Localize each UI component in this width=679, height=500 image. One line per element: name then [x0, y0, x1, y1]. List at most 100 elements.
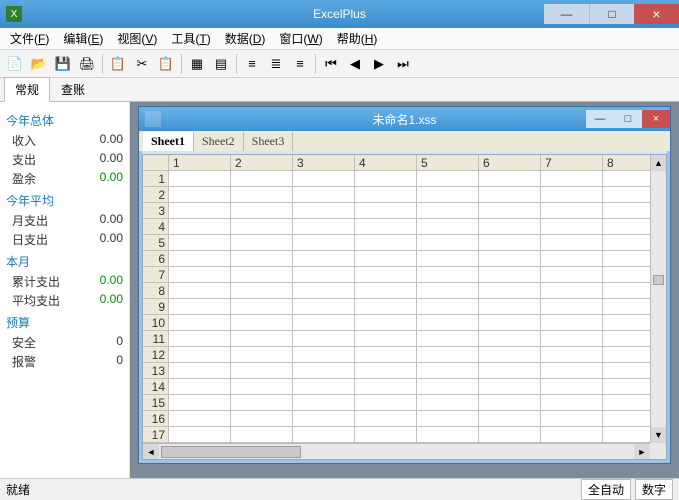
grid-corner[interactable]: [143, 155, 169, 171]
horizontal-scrollbar[interactable]: ◄ ►: [143, 443, 650, 459]
cell[interactable]: [355, 347, 417, 363]
menu-d[interactable]: 数据(D): [219, 28, 272, 49]
cell[interactable]: [293, 331, 355, 347]
menu-e[interactable]: 编辑(E): [57, 28, 109, 49]
cell[interactable]: [479, 299, 541, 315]
cell[interactable]: [541, 171, 603, 187]
row-header[interactable]: 11: [143, 331, 169, 347]
row-header[interactable]: 19: [143, 459, 169, 460]
cell[interactable]: [231, 283, 293, 299]
cell[interactable]: [541, 315, 603, 331]
spreadsheet-grid[interactable]: 1234567812345678910111213141516171819202…: [142, 154, 667, 460]
nav-prev-button[interactable]: ◀: [344, 53, 366, 75]
cell[interactable]: [231, 347, 293, 363]
cell[interactable]: [541, 219, 603, 235]
child-minimize-button[interactable]: —: [586, 110, 614, 128]
cell[interactable]: [479, 235, 541, 251]
cell[interactable]: [231, 235, 293, 251]
cell[interactable]: [417, 459, 479, 460]
child-close-button[interactable]: ×: [642, 110, 670, 128]
nav-next-button[interactable]: ▶: [368, 53, 390, 75]
cell[interactable]: [231, 427, 293, 443]
cell[interactable]: [293, 299, 355, 315]
cell[interactable]: [541, 203, 603, 219]
cell[interactable]: [417, 251, 479, 267]
cell[interactable]: [355, 219, 417, 235]
cell[interactable]: [231, 203, 293, 219]
cell[interactable]: [231, 171, 293, 187]
cell[interactable]: [479, 411, 541, 427]
copy-button[interactable]: 📋: [107, 53, 129, 75]
cell[interactable]: [417, 331, 479, 347]
hscroll-thumb[interactable]: [161, 446, 301, 458]
cell[interactable]: [293, 411, 355, 427]
align-l-button[interactable]: ≡: [241, 53, 263, 75]
cell[interactable]: [293, 347, 355, 363]
cell[interactable]: [169, 363, 231, 379]
cell[interactable]: [169, 379, 231, 395]
col-header[interactable]: 6: [479, 155, 541, 171]
cell[interactable]: [169, 235, 231, 251]
cell[interactable]: [479, 219, 541, 235]
row-header[interactable]: 10: [143, 315, 169, 331]
cell[interactable]: [541, 347, 603, 363]
cell[interactable]: [417, 395, 479, 411]
cut-button[interactable]: ✂: [131, 53, 153, 75]
row-header[interactable]: 6: [143, 251, 169, 267]
cell[interactable]: [293, 395, 355, 411]
cell[interactable]: [479, 395, 541, 411]
row-header[interactable]: 14: [143, 379, 169, 395]
tab-1[interactable]: 查账: [50, 77, 96, 101]
cell[interactable]: [355, 427, 417, 443]
col-header[interactable]: 5: [417, 155, 479, 171]
cell[interactable]: [169, 267, 231, 283]
row-header[interactable]: 7: [143, 267, 169, 283]
cell[interactable]: [541, 299, 603, 315]
col-header[interactable]: 3: [293, 155, 355, 171]
align-c-button[interactable]: ≣: [265, 53, 287, 75]
paste-button[interactable]: 📋: [155, 53, 177, 75]
save-button[interactable]: 💾: [52, 53, 74, 75]
row-header[interactable]: 13: [143, 363, 169, 379]
scroll-left-icon[interactable]: ◄: [143, 444, 159, 460]
cell[interactable]: [293, 427, 355, 443]
cell[interactable]: [169, 411, 231, 427]
cell[interactable]: [293, 459, 355, 460]
cell[interactable]: [355, 187, 417, 203]
cell[interactable]: [231, 379, 293, 395]
cell[interactable]: [169, 427, 231, 443]
print-button[interactable]: 🖨: [76, 53, 98, 75]
scroll-up-icon[interactable]: ▲: [651, 155, 666, 171]
cell[interactable]: [541, 235, 603, 251]
cell[interactable]: [355, 331, 417, 347]
maximize-button[interactable]: □: [589, 4, 634, 24]
cell[interactable]: [231, 363, 293, 379]
cell[interactable]: [541, 459, 603, 460]
menu-f[interactable]: 文件(F): [4, 28, 55, 49]
child-maximize-button[interactable]: □: [614, 110, 642, 128]
row-header[interactable]: 9: [143, 299, 169, 315]
cell[interactable]: [169, 395, 231, 411]
cell[interactable]: [231, 459, 293, 460]
col-header[interactable]: 4: [355, 155, 417, 171]
row-header[interactable]: 3: [143, 203, 169, 219]
cell[interactable]: [169, 187, 231, 203]
nav-last-button[interactable]: ⏭: [392, 53, 414, 75]
cell[interactable]: [541, 267, 603, 283]
cell[interactable]: [541, 411, 603, 427]
tab-0[interactable]: 常规: [4, 77, 50, 102]
sheet-tab-1[interactable]: Sheet2: [194, 132, 244, 151]
row-header[interactable]: 1: [143, 171, 169, 187]
cell[interactable]: [479, 315, 541, 331]
cell[interactable]: [169, 315, 231, 331]
cell[interactable]: [355, 171, 417, 187]
cell[interactable]: [169, 347, 231, 363]
cell[interactable]: [479, 427, 541, 443]
row-header[interactable]: 8: [143, 283, 169, 299]
new-button[interactable]: 📄: [4, 53, 26, 75]
grid-button[interactable]: ▦: [186, 53, 208, 75]
minimize-button[interactable]: —: [544, 4, 589, 24]
grid2-button[interactable]: ▤: [210, 53, 232, 75]
status-mode[interactable]: 全自动: [581, 479, 631, 500]
cell[interactable]: [417, 283, 479, 299]
